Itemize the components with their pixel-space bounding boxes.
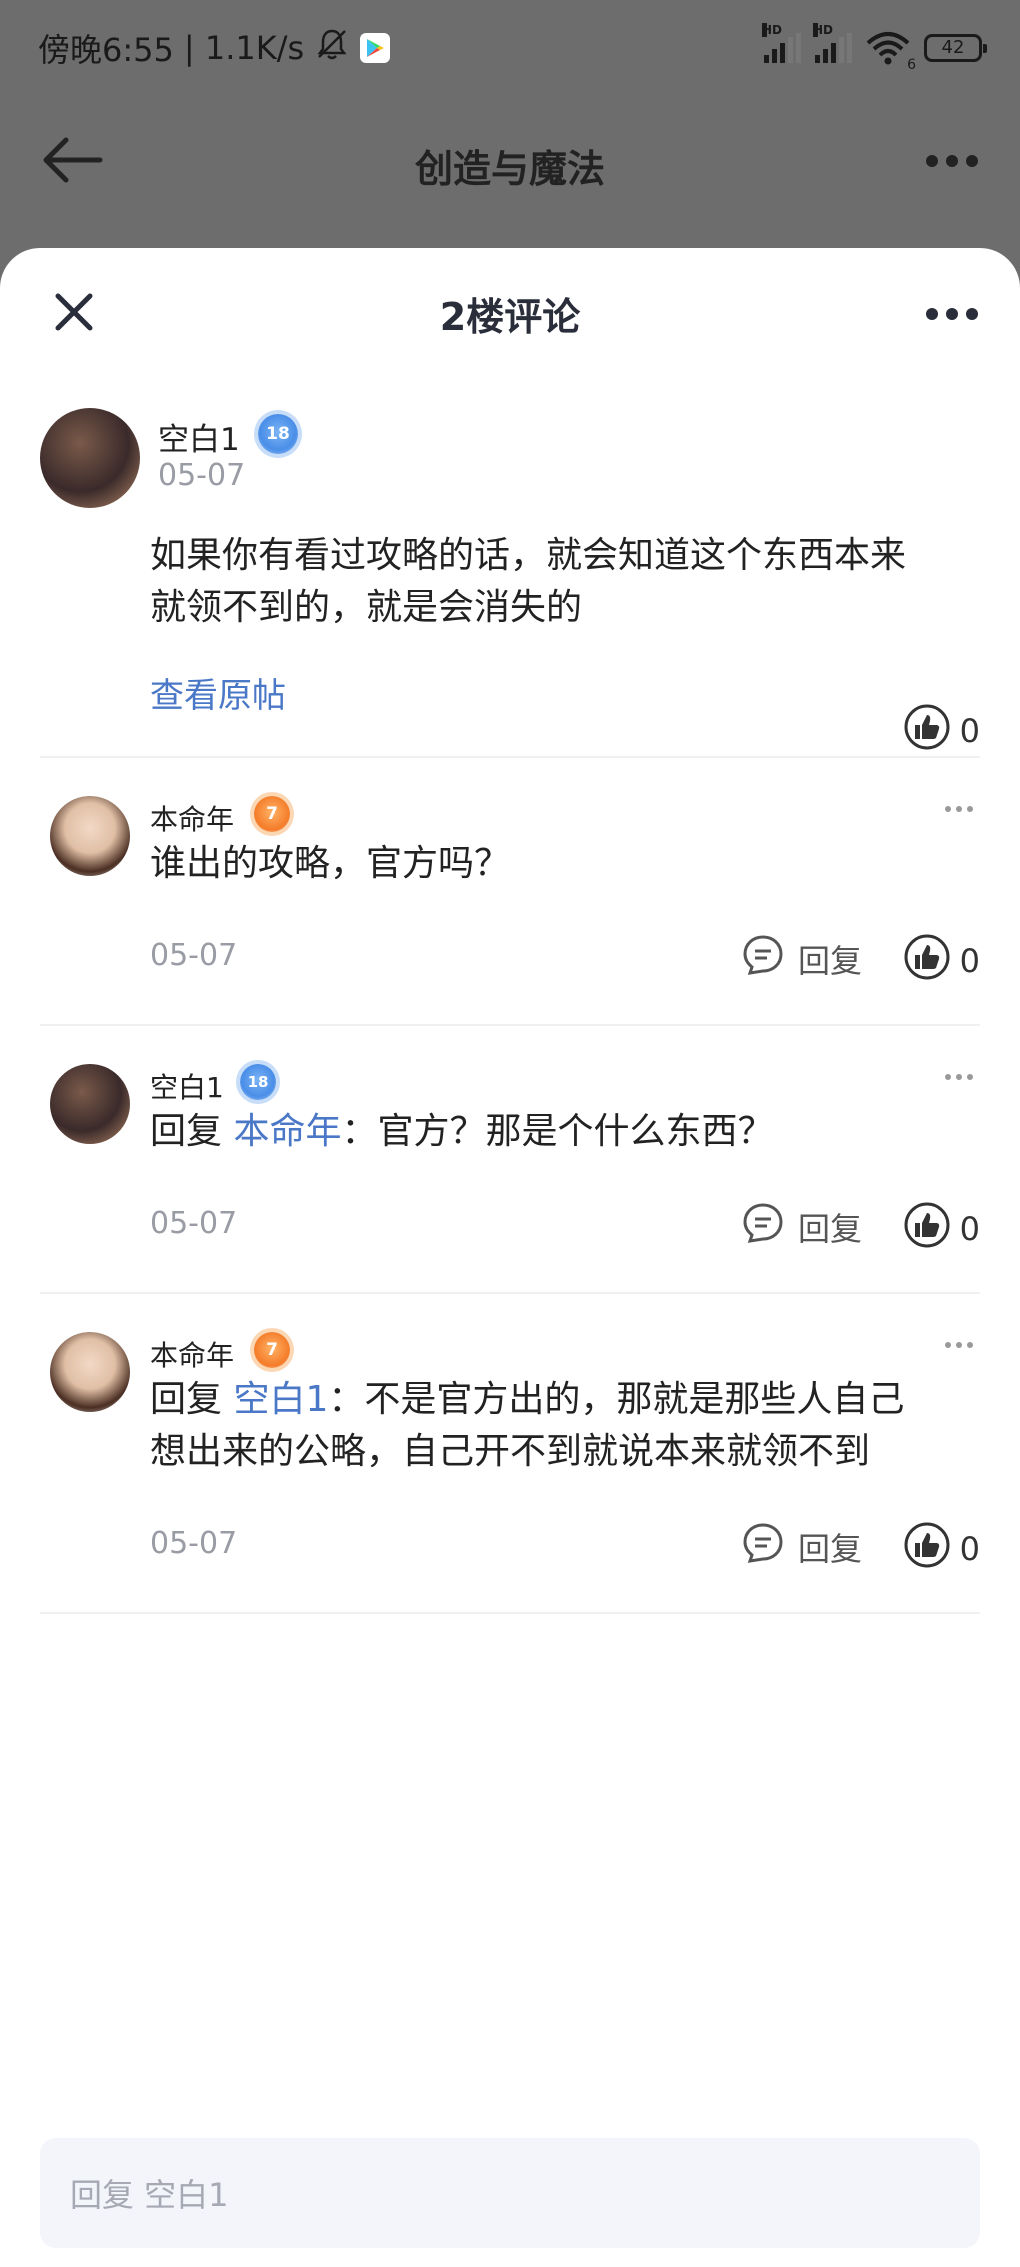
reply-item: 空白1 18 回复 本命年：官方？那是个什么东西？ 05-07 回复 0 [40,1026,980,1294]
sheet-header: 2楼评论 [0,248,1020,378]
avatar[interactable] [50,1332,130,1412]
comment-text-line: 就领不到的，就是会消失的 [150,587,583,628]
reply-bubble-icon [742,1522,784,1572]
reply-input-placeholder: 回复 空白1 [70,2176,229,2214]
status-time: 傍晚6:55 [38,30,174,69]
user-name[interactable]: 空白1 [150,1066,224,1106]
comment-date: 05-07 [158,458,246,493]
user-name[interactable]: 本命年 [150,798,234,838]
avatar[interactable] [50,1064,130,1144]
close-icon[interactable] [52,290,96,334]
wifi-sub: 6 [907,56,916,73]
reply-text-line: 想出来的公略，自己开不到就说本来就领不到 [150,1431,871,1472]
reply-text-line: 谁出的攻略，官方吗？ [150,843,511,884]
main-comment: 空白1 18 05-07 如果你有看过攻略的话，就会知道这个东西本来 就领不到的… [40,378,980,758]
reply-item: 本命年 7 回复 空白1：不是官方出的，那就是那些人自己 想出来的公略，自己开不… [40,1294,980,1614]
network-speed: | 1.1K/s [183,28,305,67]
more-dots-icon[interactable] [944,798,974,812]
view-original-link[interactable]: 查看原帖 [150,668,286,717]
hd-label: HD [762,22,783,37]
sheet-title: 2楼评论 [439,294,581,339]
reply-text: 谁出的攻略，官方吗？ [150,838,510,890]
avatar[interactable] [50,796,130,876]
reply-to-user[interactable]: 本命年 [233,1111,341,1152]
more-dots-icon[interactable] [944,1066,974,1080]
battery-icon: 42 [924,33,987,62]
battery-level: 42 [941,37,965,58]
reply-button[interactable]: 回复 [742,934,862,984]
like-button[interactable]: 0 [904,1202,980,1256]
page-title: 创造与魔法 [414,146,605,191]
hd-label: HD [813,22,834,37]
reply-button[interactable]: 回复 [742,1522,862,1572]
level-badge: 18 [258,414,298,454]
reply-date: 05-07 [150,1526,238,1561]
like-count: 0 [959,1210,980,1248]
user-name[interactable]: 空白1 [158,414,240,459]
wifi-icon: 6 [866,31,916,73]
more-dots-icon[interactable] [924,153,980,169]
reply-prefix: 回复 [150,1379,234,1420]
thumb-up-icon [904,704,950,758]
comment-sheet: 2楼评论 空白1 18 05-07 如果你有看过攻略的话，就会知道这个东西本来 … [0,248,1020,2267]
like-button[interactable]: 0 [904,704,980,758]
reply-text: 回复 空白1：不是官方出的，那就是那些人自己 想出来的公略，自己开不到就说本来就… [150,1374,1000,1478]
status-bar: 傍晚6:55 | 1.1K/s HD HD 6 42 [0,0,1020,95]
thumb-up-icon [904,1522,950,1576]
comment-text: 如果你有看过攻略的话，就会知道这个东西本来 就领不到的，就是会消失的 [150,530,906,634]
like-count: 0 [959,942,980,980]
signal-icon: HD [762,22,801,63]
nav-bar: 创造与魔法 [0,95,1020,235]
reply-text: 回复 本命年：官方？那是个什么东西？ [150,1106,773,1158]
more-dots-icon[interactable] [924,306,980,322]
status-left: 傍晚6:55 | 1.1K/s [38,25,391,71]
reply-item: 本命年 7 谁出的攻略，官方吗？ 05-07 回复 0 [40,758,980,1026]
thumb-up-icon [904,1202,950,1256]
reply-input[interactable]: 回复 空白1 [40,2138,980,2248]
level-badge: 7 [254,796,290,832]
reply-label: 回复 [798,1210,863,1248]
mute-bell-icon [314,26,350,70]
like-count: 0 [959,712,980,750]
more-dots-icon[interactable] [944,1334,974,1348]
like-button[interactable]: 0 [904,934,980,988]
reply-prefix: 回复 [150,1111,234,1152]
level-badge: 7 [254,1332,290,1368]
reply-button[interactable]: 回复 [742,1202,862,1252]
like-count: 0 [959,1530,980,1568]
status-right: HD HD 6 42 [762,22,987,73]
like-button[interactable]: 0 [904,1522,980,1576]
reply-text-line: ：不是官方出的，那就是那些人自己 [328,1379,905,1420]
reply-text-first-line: 回复 空白1：不是官方出的，那就是那些人自己 [150,1374,1000,1426]
avatar[interactable] [40,408,140,508]
reply-label: 回复 [798,1530,863,1568]
back-arrow-icon[interactable] [40,135,104,185]
reply-to-user[interactable]: 空白1 [233,1379,328,1420]
reply-date: 05-07 [150,938,238,973]
reply-bubble-icon [742,1202,784,1252]
level-badge: 18 [240,1064,276,1100]
signal-icon: HD [813,22,852,63]
reply-bubble-icon [742,934,784,984]
play-store-icon [360,32,391,63]
reply-text-line: ：官方？那是个什么东西？ [341,1111,774,1152]
comment-text-line: 如果你有看过攻略的话，就会知道这个东西本来 [150,535,907,576]
thumb-up-icon [904,934,950,988]
reply-label: 回复 [798,942,863,980]
reply-date: 05-07 [150,1206,238,1241]
user-name[interactable]: 本命年 [150,1334,234,1374]
